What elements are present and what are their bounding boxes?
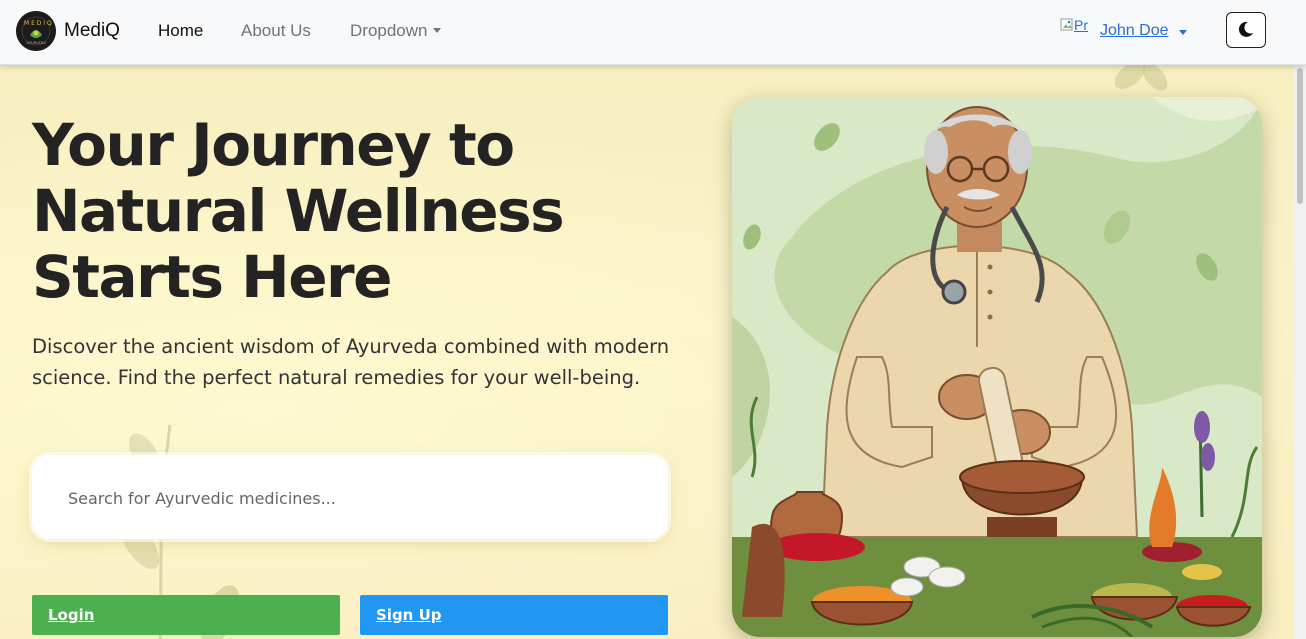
nav-dropdown-label: Dropdown (350, 21, 428, 40)
navbar: M E D I Q AYURVEDA MediQ Home About Us D… (0, 0, 1306, 65)
page-scrollbar-thumb[interactable] (1297, 68, 1303, 204)
nav-dropdown[interactable]: Dropdown (350, 21, 441, 41)
caret-down-icon (432, 28, 441, 33)
user-caret-down-icon[interactable] (1179, 30, 1187, 35)
brand-logo[interactable]: M E D I Q AYURVEDA (16, 11, 56, 51)
user-menu[interactable]: John Doe (1100, 22, 1169, 40)
theme-toggle-button[interactable] (1226, 12, 1266, 48)
signup-button[interactable]: Sign Up (360, 595, 668, 635)
brand-name[interactable]: MediQ (64, 20, 120, 42)
moon-icon (1238, 21, 1253, 37)
headline-line-1: Your Journey to (32, 111, 515, 179)
nav-about-us[interactable]: About Us (241, 21, 311, 41)
avatar-alt-text: Pr (1074, 17, 1088, 33)
hero-headline: Your Journey to Natural Wellness Starts … (32, 112, 672, 310)
broken-image-icon (1060, 18, 1073, 31)
nav-home[interactable]: Home (158, 21, 203, 41)
ayurveda-doctor-illustration (732, 97, 1262, 637)
hero-subtext: Discover the ancient wisdom of Ayurveda … (32, 335, 670, 389)
svg-text:M E D I Q: M E D I Q (24, 20, 52, 27)
login-button[interactable]: Login (32, 595, 340, 635)
search-input[interactable] (52, 473, 666, 523)
headline-line-3: Starts Here (32, 243, 393, 311)
svg-text:AYURVEDA: AYURVEDA (27, 41, 46, 45)
profile-avatar-broken-image[interactable]: Pr (1060, 17, 1094, 37)
search-container (32, 455, 668, 539)
headline-line-2: Natural Wellness (32, 177, 565, 245)
